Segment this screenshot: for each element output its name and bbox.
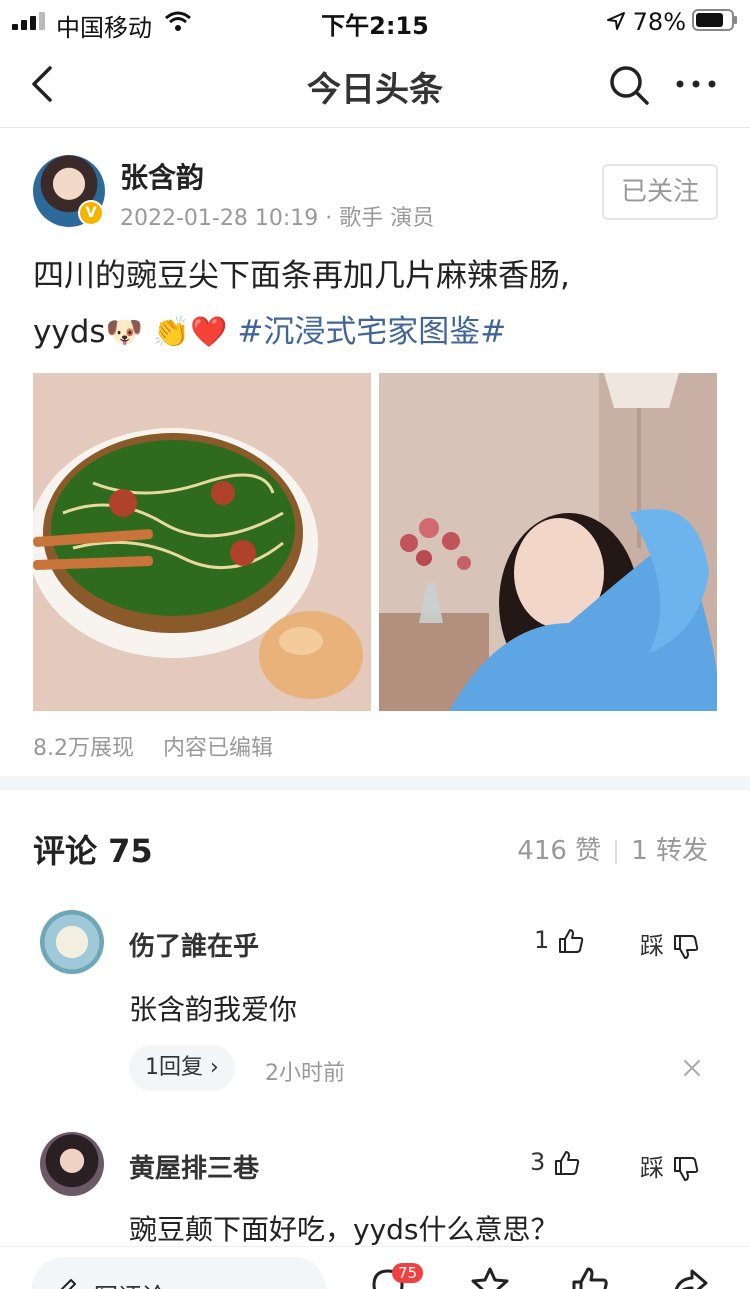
shares-count[interactable]: 1 转发 xyxy=(631,836,708,866)
nav-bar: 今日头条 xyxy=(0,42,750,128)
author-name[interactable]: 张含韵 xyxy=(120,156,204,196)
comment-like-count: 1 xyxy=(534,926,550,954)
post-stats: 8.2万展现 内容已编辑 xyxy=(33,730,295,762)
comments-meta: 416 赞 1 转发 xyxy=(517,830,708,867)
post-meta: 2022-01-28 10:19 · 歌手 演员 xyxy=(120,206,435,231)
comment-text: 豌豆颠下面好吃，yyds什么意思？ xyxy=(129,1213,559,1246)
comment-text: 张含韵我爱你 xyxy=(129,993,298,1026)
location-arrow-icon xyxy=(607,12,625,30)
follow-button[interactable]: 已关注 xyxy=(602,164,718,220)
share-icon[interactable] xyxy=(670,1265,710,1289)
close-icon[interactable] xyxy=(682,1058,702,1078)
comment-like-button[interactable]: 1 xyxy=(534,926,585,955)
post-image-noodles[interactable] xyxy=(33,373,371,711)
thumbs-up-bar-icon[interactable] xyxy=(570,1265,610,1289)
write-comment-label: 写评论 xyxy=(94,1277,166,1289)
edited-label: 内容已编辑 xyxy=(163,736,274,761)
comment-dislike-button[interactable]: 踩 xyxy=(640,926,700,961)
red-heart-emoji-icon: ❤️ xyxy=(190,315,228,350)
post-text-line2: yyds🐶 👏❤️ #沉浸式宅家图鉴# xyxy=(33,304,723,361)
thumbs-up-icon xyxy=(554,1151,580,1175)
hashtag-link[interactable]: #沉浸式宅家图鉴# xyxy=(237,314,506,350)
likes-count[interactable]: 416 赞 xyxy=(517,836,601,866)
status-bar: 中国移动 下午2:15 78% xyxy=(0,0,750,42)
battery-percent: 78% xyxy=(632,8,686,36)
pen-icon xyxy=(60,1279,76,1289)
meta-separator xyxy=(615,839,618,864)
view-count: 8.2万展现 xyxy=(33,736,134,761)
clapping-hands-emoji-icon: 👏 xyxy=(152,315,191,350)
dog-face-emoji-icon: 🐶 xyxy=(105,315,143,350)
comments-title: 评论 75 xyxy=(33,832,153,870)
post-content: 四川的豌豆尖下面条再加几片麻辣香肠, yyds🐶 👏❤️ #沉浸式宅家图鉴# xyxy=(33,248,723,361)
thumbs-up-icon xyxy=(558,929,584,953)
comment-dislike-button[interactable]: 踩 xyxy=(640,1148,700,1183)
portrait-illustration xyxy=(379,373,717,711)
comment-count-badge: 75 xyxy=(392,1263,424,1283)
verified-badge-icon: V xyxy=(78,200,104,226)
commenter-name[interactable]: 伤了誰在乎 xyxy=(129,926,259,963)
post-image-portrait[interactable] xyxy=(379,373,717,711)
write-comment-input[interactable]: 写评论 xyxy=(32,1257,326,1289)
thumbs-down-icon xyxy=(673,935,698,959)
search-icon[interactable] xyxy=(608,64,650,106)
noodle-bowl-illustration xyxy=(33,373,371,711)
commenter-avatar[interactable] xyxy=(40,910,104,974)
thumbs-down-icon xyxy=(673,1157,698,1181)
more-options-icon[interactable] xyxy=(674,78,718,90)
section-divider xyxy=(0,776,750,790)
post-text-yyds: yyds xyxy=(33,314,106,350)
comment-time: 2小时前 xyxy=(265,1061,345,1086)
comment-like-count: 3 xyxy=(530,1148,546,1176)
comment-like-button[interactable]: 3 xyxy=(530,1148,581,1177)
commenter-avatar[interactable] xyxy=(40,1132,104,1196)
bottom-action-bar: 写评论 xyxy=(0,1246,750,1289)
dislike-label: 踩 xyxy=(640,932,664,960)
view-replies-button[interactable]: 1回复 › xyxy=(129,1045,235,1091)
dislike-label: 踩 xyxy=(640,1154,664,1182)
star-favorite-icon[interactable] xyxy=(470,1265,510,1289)
battery-icon xyxy=(692,9,737,31)
commenter-name[interactable]: 黄屋排三巷 xyxy=(129,1148,259,1185)
post-text-line1: 四川的豌豆尖下面条再加几片麻辣香肠, xyxy=(33,258,570,294)
